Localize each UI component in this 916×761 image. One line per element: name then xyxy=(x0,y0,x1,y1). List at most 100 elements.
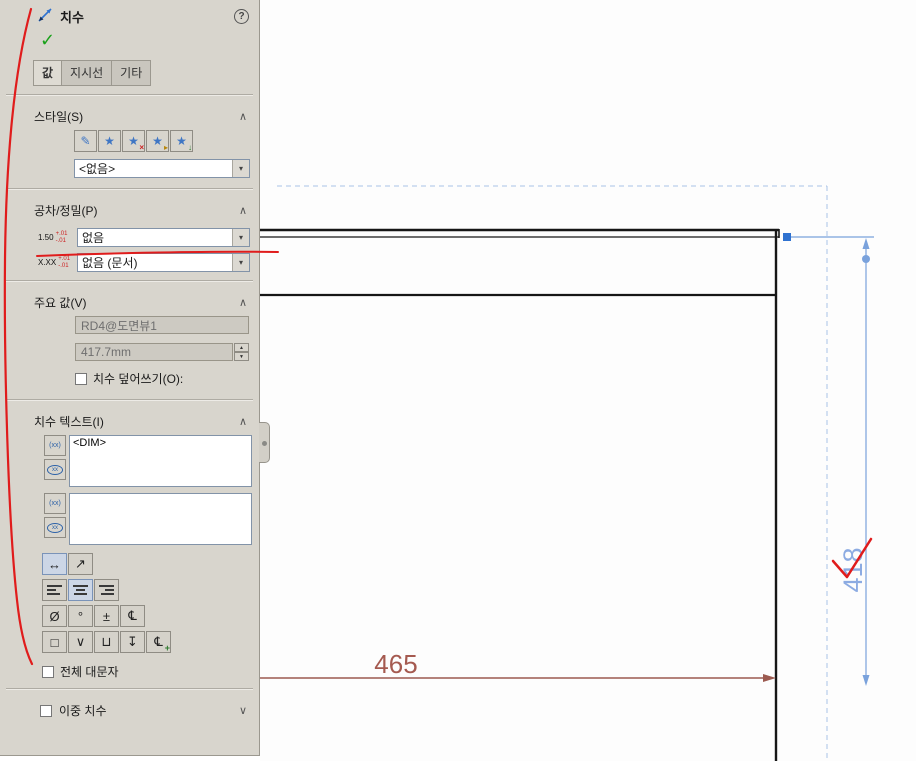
spinner-down-icon[interactable]: ▼ xyxy=(234,352,249,361)
centerline-icon: ℄ xyxy=(128,608,137,623)
primary-value-section-header[interactable]: 주요 값(V) ∧ xyxy=(0,290,259,314)
inspection-dimension-button[interactable]: xx xyxy=(44,459,66,480)
dim-418-arrow-top[interactable] xyxy=(862,238,870,249)
center-dimension-text-button[interactable]: ↔ xyxy=(42,553,67,575)
align-left-button[interactable] xyxy=(42,579,67,601)
more-symbols-icon: ℄ xyxy=(154,634,163,649)
tab-other[interactable]: 기타 xyxy=(111,60,152,86)
align-right-button[interactable] xyxy=(94,579,119,601)
dropdown-arrow-icon[interactable]: ▾ xyxy=(232,254,249,271)
countersink-symbol-button[interactable]: ∨ xyxy=(68,631,93,653)
dual-dimension-checkbox[interactable] xyxy=(40,704,52,717)
dim-418-attach-handle[interactable] xyxy=(783,233,791,241)
override-value-label: 치수 덮어쓰기(O): xyxy=(93,372,184,386)
degree-symbol-button[interactable]: ° xyxy=(68,605,93,627)
section-divider xyxy=(6,688,253,690)
star-icon: ★ xyxy=(152,134,163,148)
vertical-dimension-text[interactable]: 418 xyxy=(838,547,868,592)
square-symbol-button[interactable]: □ xyxy=(42,631,67,653)
help-icon[interactable]: ? xyxy=(234,8,249,24)
dual-dimension-section-header[interactable]: 이중 치수 ∨ xyxy=(0,698,259,723)
inspection-icon: xx xyxy=(47,464,63,475)
tolerance-dropdown-value: 없음 xyxy=(82,231,105,245)
all-caps-checkbox[interactable] xyxy=(42,665,54,678)
precision-icon: X.XX +.01 -.01 xyxy=(38,255,71,269)
dim-465-arrow-right[interactable] xyxy=(763,674,776,682)
dual-dimension-label: 이중 치수 xyxy=(59,704,107,718)
dropdown-arrow-icon[interactable]: ▾ xyxy=(232,160,249,177)
inspection-below-button[interactable]: xx xyxy=(44,517,66,538)
tolerance-section-header[interactable]: 공차/정밀(P) ∧ xyxy=(0,198,259,222)
load-badge-icon: ▸ xyxy=(163,143,168,152)
dim-418-grip-handle[interactable] xyxy=(862,255,870,263)
tolerance-dropdown[interactable]: 없음 ▾ xyxy=(77,228,250,247)
dimension-icon xyxy=(36,6,54,27)
style-section-header[interactable]: 스타일(S) ∧ xyxy=(0,104,259,128)
load-style-button[interactable]: ★ ▸ xyxy=(146,130,169,152)
spinner-up-icon[interactable]: ▲ xyxy=(234,343,249,352)
star-icon: ★ xyxy=(128,134,139,148)
precision-dropdown[interactable]: 없음 (문서) ▾ xyxy=(77,253,250,272)
inspection-icon: xx xyxy=(47,522,63,533)
dropdown-arrow-icon[interactable]: ▾ xyxy=(232,229,249,246)
align-center-button[interactable] xyxy=(68,579,93,601)
slant-dimension-text-button[interactable]: ↗ xyxy=(68,553,93,575)
delete-badge-icon: × xyxy=(139,143,144,152)
add-parenthesis-below-button[interactable]: (xx) xyxy=(44,493,66,514)
primary-value-section-title: 주요 값(V) xyxy=(34,296,87,310)
section-divider xyxy=(6,280,253,282)
tab-value[interactable]: 값 xyxy=(33,60,63,86)
expand-chevron-icon[interactable]: ∨ xyxy=(239,704,247,717)
panel-splitter-handle[interactable] xyxy=(259,422,270,463)
section-divider xyxy=(6,94,253,96)
dimension-text-input[interactable]: <DIM> xyxy=(69,435,252,487)
plus-badge-icon: + xyxy=(164,643,170,653)
collapse-chevron-icon[interactable]: ∧ xyxy=(239,415,247,428)
depth-icon: ↧ xyxy=(127,634,138,649)
delete-style-button[interactable]: ★ × xyxy=(122,130,145,152)
panel-tabs: 값 지시선 기타 xyxy=(33,60,259,86)
centerline-symbol-button[interactable]: ℄ xyxy=(120,605,145,627)
dimension-name-field: RD4@도면뷰1 xyxy=(75,316,249,334)
parenthesis-icon: (xx) xyxy=(49,500,61,507)
style-dropdown[interactable]: <없음> ▾ xyxy=(74,159,250,178)
countersink-icon: ∨ xyxy=(75,634,86,649)
override-value-checkbox[interactable] xyxy=(75,372,87,385)
drawing-canvas[interactable]: 418 465 xyxy=(260,0,916,761)
tab-leader[interactable]: 지시선 xyxy=(61,60,113,86)
add-style-button[interactable]: ★ xyxy=(98,130,121,152)
save-badge-icon: ↓ xyxy=(188,143,192,152)
dimension-text-section-header[interactable]: 치수 텍스트(I) ∧ xyxy=(0,409,259,433)
counterbore-symbol-button[interactable]: ⊔ xyxy=(94,631,119,653)
collapse-chevron-icon[interactable]: ∧ xyxy=(239,204,247,217)
section-divider xyxy=(6,399,253,401)
horizontal-dimension-text[interactable]: 465 xyxy=(374,649,417,679)
panel-title: 치수 xyxy=(60,9,84,25)
dim-418-arrow-bottom[interactable] xyxy=(862,675,870,686)
solidworks-window: 418 465 치수 ? ✓ 값 지시선 기타 스타일(S) ∧ ✎ ★ ★ ×… xyxy=(0,0,916,761)
dimension-text-below-input[interactable] xyxy=(69,493,252,545)
collapse-chevron-icon[interactable]: ∧ xyxy=(239,296,247,309)
diameter-icon: Ø xyxy=(49,608,60,624)
save-style-button[interactable]: ★ ↓ xyxy=(170,130,193,152)
diameter-symbol-button[interactable]: Ø xyxy=(42,605,67,627)
degree-icon: ° xyxy=(77,608,84,624)
style-section-title: 스타일(S) xyxy=(34,110,84,124)
depth-symbol-button[interactable]: ↧ xyxy=(120,631,145,653)
all-caps-label: 전체 대문자 xyxy=(60,665,119,679)
center-text-icon: ↔ xyxy=(48,556,61,572)
pencil-icon: ✎ xyxy=(80,134,91,148)
star-icon: ★ xyxy=(104,134,115,148)
plus-minus-symbol-button[interactable]: ± xyxy=(94,605,119,627)
ok-button[interactable]: ✓ xyxy=(40,30,55,50)
parenthesis-icon: (xx) xyxy=(49,442,61,449)
slant-text-icon: ↗ xyxy=(75,556,86,571)
add-parenthesis-button[interactable]: (xx) xyxy=(44,435,66,456)
section-divider xyxy=(6,188,253,190)
more-symbols-button[interactable]: ℄ + xyxy=(146,631,171,653)
value-spinner: ▲ ▼ xyxy=(234,343,249,361)
apply-default-style-button[interactable]: ✎ xyxy=(74,130,97,152)
collapse-chevron-icon[interactable]: ∧ xyxy=(239,110,247,123)
align-right-icon xyxy=(99,585,114,595)
align-left-icon xyxy=(47,585,62,595)
